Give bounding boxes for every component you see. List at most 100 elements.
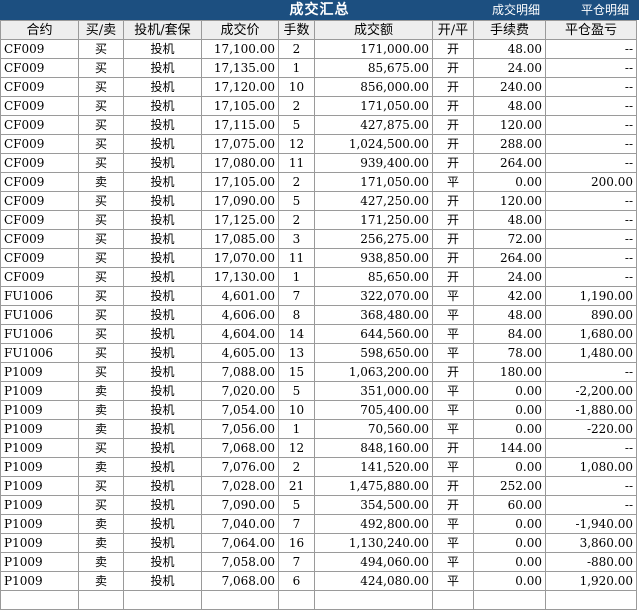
column-header-price: 成交价 [201,20,279,40]
table-body: CF009 买投机 17,100.00 2 171,000.00 开 48.00 -- CF00… [0,39,637,610]
cell-pnl: 200.00 [545,172,637,192]
table-row: P1009 卖投机 7,054.00 10 705,400.00 平 0.00 -1,880.… [0,400,637,420]
cell-hedge: 投机 [123,96,202,116]
cell-oc: 开 [432,115,474,135]
cell-hedge: 投机 [123,39,202,59]
table-row: P1009 卖投机 7,040.00 7 492,800.00 平 0.00 -1,940.0… [0,514,637,534]
cell-fee [473,590,546,610]
column-header-lots: 手数 [278,20,315,40]
cell-side: 买 [78,96,124,116]
cell-pnl: -880.00 [545,552,637,572]
cell-amount: 427,875.00 [314,115,433,135]
cell-lots: 6 [278,571,315,591]
cell-oc: 开 [432,267,474,287]
cell-fee: 288.00 [473,134,546,154]
cell-side: 买 [78,343,124,363]
cell-price: 7,040.00 [201,514,279,534]
cell-pnl: -- [545,58,637,78]
cell-lots: 11 [278,153,315,173]
cell-price: 4,604.00 [201,324,279,344]
cell-contract: P1009 [0,514,79,534]
table-row: P1009 买投机 7,068.00 12 848,160.00 开 144.00 -- [0,438,637,458]
cell-price: 17,135.00 [201,58,279,78]
cell-contract: CF009 [0,248,79,268]
cell-price: 17,070.00 [201,248,279,268]
cell-hedge: 投机 [123,438,202,458]
cell-hedge: 投机 [123,305,202,325]
cell-amount: 1,063,200.00 [314,362,433,382]
cell-price: 4,606.00 [201,305,279,325]
cell-fee: 0.00 [473,400,546,420]
cell-fee: 264.00 [473,248,546,268]
cell-fee: 0.00 [473,419,546,439]
cell-lots: 2 [278,457,315,477]
cell-hedge: 投机 [123,457,202,477]
cell-hedge: 投机 [123,381,202,401]
cell-hedge: 投机 [123,324,202,344]
cell-pnl: -- [545,191,637,211]
cell-lots: 7 [278,552,315,572]
cell-lots: 21 [278,476,315,496]
cell-oc: 平 [432,343,474,363]
cell-lots: 2 [278,210,315,230]
close-detail-link[interactable]: 平仓明细 [581,0,629,20]
cell-pnl: -- [545,210,637,230]
cell-amount: 644,560.00 [314,324,433,344]
table-row: CF009 卖投机 17,105.00 2 171,050.00 平 0.00 200.00 [0,172,637,192]
cell-side: 买 [78,248,124,268]
cell-price: 17,130.00 [201,267,279,287]
title-bar: 成交汇总 成交明细 平仓明细 [0,0,639,20]
cell-price: 17,085.00 [201,229,279,249]
cell-contract: CF009 [0,96,79,116]
cell-hedge: 投机 [123,400,202,420]
cell-pnl: 3,860.00 [545,533,637,553]
cell-hedge: 投机 [123,571,202,591]
cell-contract: CF009 [0,58,79,78]
cell-price: 17,105.00 [201,172,279,192]
cell-amount: 256,275.00 [314,229,433,249]
cell-side: 买 [78,476,124,496]
cell-price: 17,105.00 [201,96,279,116]
cell-oc: 开 [432,153,474,173]
cell-hedge: 投机 [123,77,202,97]
cell-price: 7,028.00 [201,476,279,496]
cell-oc: 平 [432,419,474,439]
column-header-hedge: 投机/套保 [123,20,202,40]
table-row: CF009 买投机 17,105.00 2 171,050.00 开 48.00 -- [0,96,637,116]
cell-lots: 11 [278,248,315,268]
cell-hedge: 投机 [123,229,202,249]
cell-price: 17,080.00 [201,153,279,173]
cell-price: 17,120.00 [201,77,279,97]
cell-side: 卖 [78,419,124,439]
cell-side: 卖 [78,514,124,534]
cell-contract: CF009 [0,77,79,97]
cell-contract: P1009 [0,457,79,477]
table-row: P1009 卖投机 7,020.00 5 351,000.00 平 0.00 -2,200.0… [0,381,637,401]
cell-amount: 141,520.00 [314,457,433,477]
cell-side: 买 [78,362,124,382]
cell-amount: 856,000.00 [314,77,433,97]
cell-contract: FU1006 [0,286,79,306]
cell-lots: 7 [278,286,315,306]
cell-oc: 开 [432,39,474,59]
cell-price: 7,020.00 [201,381,279,401]
cell-side: 买 [78,153,124,173]
cell-contract: CF009 [0,134,79,154]
cell-fee: 48.00 [473,39,546,59]
trade-detail-link[interactable]: 成交明细 [492,0,540,20]
cell-side: 卖 [78,381,124,401]
cell-pnl: 1,480.00 [545,343,637,363]
cell-hedge: 投机 [123,248,202,268]
cell-lots: 15 [278,362,315,382]
table-row: P1009 卖投机 7,058.00 7 494,060.00 平 0.00 -880.00 [0,552,637,572]
cell-fee: 24.00 [473,58,546,78]
cell-fee: 84.00 [473,324,546,344]
cell-fee: 120.00 [473,191,546,211]
cell-pnl: -1,880.00 [545,400,637,420]
cell-amount: 171,050.00 [314,172,433,192]
cell-contract: P1009 [0,400,79,420]
cell-lots: 1 [278,58,315,78]
cell-oc: 开 [432,96,474,116]
column-header-close-pnl: 平仓盈亏 [545,20,637,40]
cell-pnl: -- [545,134,637,154]
